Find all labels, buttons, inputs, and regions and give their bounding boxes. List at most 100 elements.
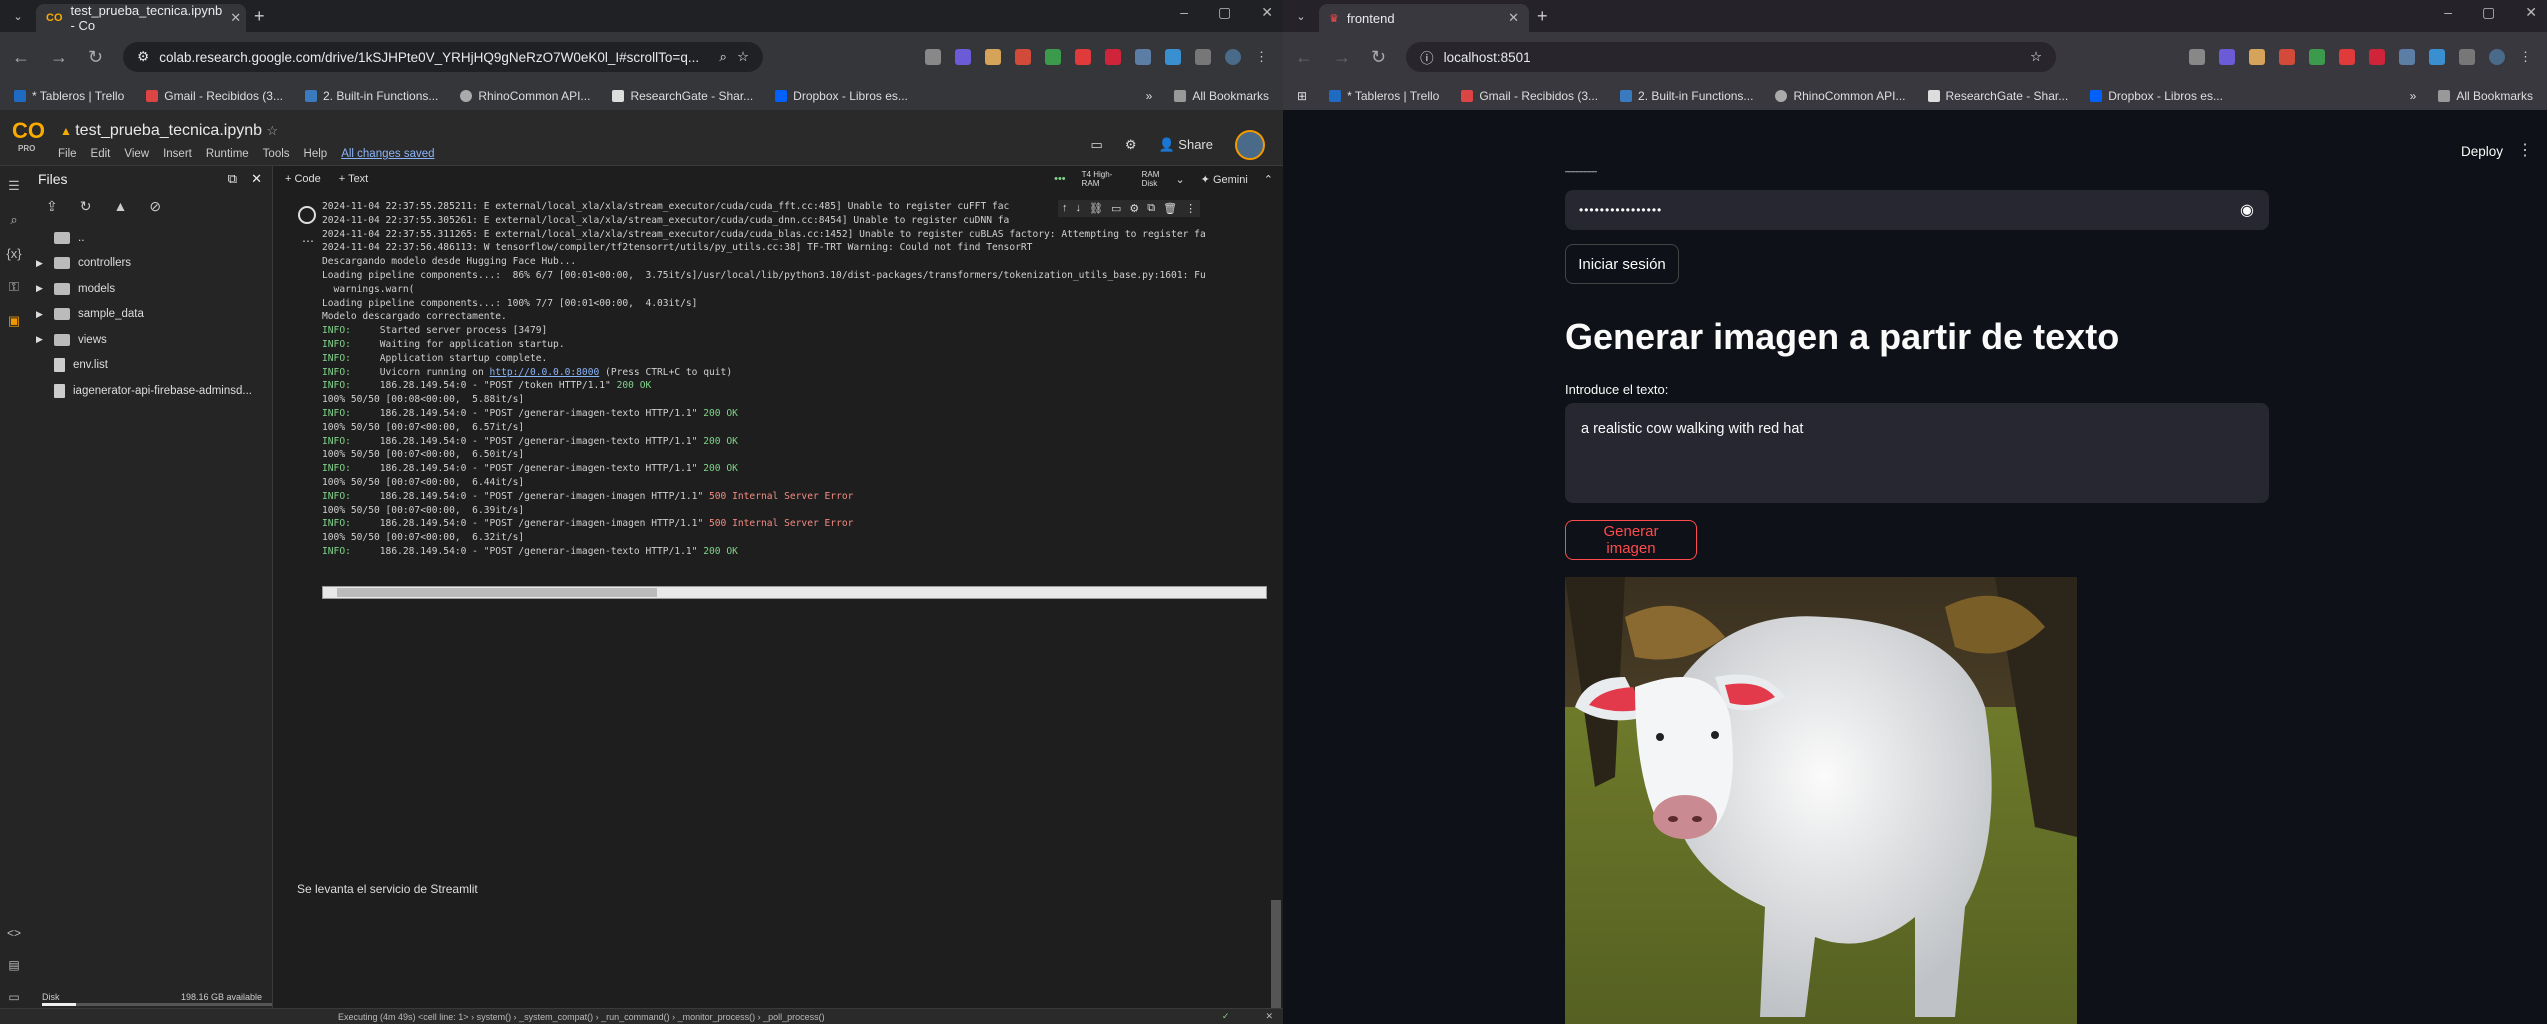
new-tab-icon[interactable]: + — [1537, 6, 1548, 27]
open-in-tab-icon[interactable]: ⧉ — [228, 171, 237, 187]
move-up-icon[interactable]: ↑ — [1062, 202, 1068, 215]
puzzle-icon[interactable] — [1195, 49, 1211, 65]
extension-icon[interactable] — [2339, 49, 2355, 65]
main-menu-icon[interactable]: ⋮ — [2517, 140, 2533, 160]
move-down-icon[interactable]: ↓ — [1076, 202, 1082, 215]
reload-icon[interactable]: ↻ — [1371, 47, 1386, 68]
menu-view[interactable]: View — [124, 148, 149, 160]
extension-icon[interactable] — [985, 49, 1001, 65]
comment-icon[interactable]: ▭ — [1091, 137, 1103, 153]
minimize-icon[interactable]: – — [1180, 4, 1188, 21]
expand-caret-icon[interactable]: ▶ — [36, 334, 46, 345]
extension-icon[interactable] — [925, 49, 941, 65]
mirror-cell-icon[interactable]: ⧉ — [1147, 202, 1155, 215]
all-bookmarks[interactable]: All Bookmarks — [2438, 89, 2533, 103]
generate-image-button[interactable]: Generar imagen — [1565, 520, 1697, 560]
minimize-icon[interactable]: – — [2444, 4, 2452, 21]
extension-icon[interactable] — [1105, 49, 1121, 65]
zoom-icon[interactable]: ⌕ — [719, 49, 727, 65]
apps-icon[interactable]: ⊞ — [1297, 89, 1307, 103]
bookmark-item[interactable]: ResearchGate - Shar... — [612, 89, 753, 103]
tab-colab[interactable]: CO test_prueba_tecnica.ipynb - Co ✕ — [36, 3, 246, 33]
bookmark-item[interactable]: RhinoCommon API... — [460, 89, 590, 103]
extension-icon[interactable] — [955, 49, 971, 65]
profile-icon[interactable] — [1225, 49, 1241, 65]
link-icon[interactable]: ⛓ — [1089, 202, 1103, 215]
save-status[interactable]: All changes saved — [341, 148, 434, 160]
menu-file[interactable]: File — [58, 148, 77, 160]
add-text-button[interactable]: + Text — [339, 173, 368, 185]
expand-caret-icon[interactable]: ▶ — [36, 258, 46, 269]
expand-caret-icon[interactable]: ▶ — [36, 283, 46, 294]
profile-icon[interactable] — [2489, 49, 2505, 65]
variables-icon[interactable]: {x} — [6, 246, 21, 261]
runtime-dropdown-icon[interactable]: ⌄ — [1175, 173, 1184, 186]
mount-drive-icon[interactable]: ▲ — [113, 198, 127, 215]
tab-search-icon[interactable]: ⌄ — [1291, 8, 1311, 26]
extension-icon[interactable] — [2309, 49, 2325, 65]
close-panel-icon[interactable]: ✕ — [251, 171, 262, 187]
menu-icon[interactable]: ⋮ — [2519, 49, 2535, 65]
extension-icon[interactable] — [2189, 49, 2205, 65]
bookmark-item[interactable]: * Tableros | Trello — [14, 89, 124, 103]
search-icon[interactable]: ⌕ — [10, 212, 17, 228]
more-bookmarks-icon[interactable]: » — [1146, 89, 1153, 103]
settings-gear-icon[interactable]: ⚙ — [1125, 137, 1137, 153]
command-palette-icon[interactable]: ▤ — [8, 958, 19, 972]
deploy-button[interactable]: Deploy — [2461, 144, 2503, 159]
close-tab-icon[interactable]: ✕ — [1508, 10, 1519, 26]
share-button[interactable]: 👤 Share — [1158, 137, 1213, 153]
folder-item[interactable]: ▶ controllers — [28, 251, 272, 277]
tab-frontend[interactable]: ♛ frontend ✕ — [1319, 4, 1529, 32]
password-input[interactable]: •••••••••••••••• ◉ — [1565, 190, 2269, 230]
back-icon[interactable]: ← — [1295, 47, 1313, 68]
expand-caret-icon[interactable]: ▶ — [36, 309, 46, 320]
file-item[interactable]: iagenerator-api-firebase-adminsd... — [28, 378, 272, 404]
close-window-icon[interactable]: ✕ — [1261, 4, 1273, 21]
server-link[interactable]: http://0.0.0.0:8000 — [490, 367, 600, 378]
extension-icon[interactable] — [1165, 49, 1181, 65]
bookmark-star-icon[interactable]: ☆ — [2030, 49, 2042, 65]
text-cell[interactable]: Se levanta el servicio de Streamlit — [297, 882, 478, 896]
extension-icon[interactable] — [2249, 49, 2265, 65]
runtime-type[interactable]: T4 High-RAM — [1082, 170, 1126, 188]
bookmark-item[interactable]: * Tableros | Trello — [1329, 89, 1439, 103]
terminal-icon[interactable]: ▭ — [8, 990, 19, 1004]
star-icon[interactable]: ☆ — [266, 123, 278, 138]
menu-icon[interactable]: ⋮ — [1255, 49, 1271, 65]
add-code-button[interactable]: + Code — [285, 173, 321, 185]
maximize-icon[interactable]: ▢ — [1218, 4, 1231, 21]
back-icon[interactable]: ← — [12, 47, 30, 68]
close-status-icon[interactable]: ✕ — [1265, 1011, 1273, 1022]
new-tab-icon[interactable]: + — [254, 6, 265, 27]
bookmark-item[interactable]: Gmail - Recibidos (3... — [146, 89, 283, 103]
files-folder-icon[interactable]: ▣ — [8, 313, 20, 329]
folder-item[interactable]: ▶ models — [28, 276, 272, 302]
bookmark-item[interactable]: Gmail - Recibidos (3... — [1461, 89, 1598, 103]
upload-file-icon[interactable]: ⇪ — [46, 198, 58, 215]
folder-item[interactable]: ▶ sample_data — [28, 302, 272, 328]
hide-files-icon[interactable]: ⊘ — [149, 198, 161, 215]
gemini-button[interactable]: ✦ Gemini — [1201, 173, 1248, 186]
resource-meter[interactable]: RAM Disk — [1142, 170, 1160, 188]
menu-tools[interactable]: Tools — [263, 148, 290, 160]
folder-item[interactable]: ▶ views — [28, 327, 272, 353]
stop-execution-button[interactable] — [298, 206, 316, 224]
extension-icon[interactable] — [1015, 49, 1031, 65]
colab-logo[interactable]: CO PRO — [12, 118, 46, 153]
code-snippets-icon[interactable]: <> — [7, 926, 21, 940]
more-bookmarks-icon[interactable]: » — [2410, 89, 2417, 103]
notebook-title[interactable]: ▲ test_prueba_tecnica.ipynb ☆ — [60, 122, 278, 140]
comment-cell-icon[interactable]: ▭ — [1111, 202, 1121, 215]
toc-icon[interactable]: ☰ — [8, 178, 20, 194]
reload-icon[interactable]: ↻ — [88, 47, 103, 68]
extension-icon[interactable] — [2429, 49, 2445, 65]
forward-icon[interactable]: → — [1333, 47, 1351, 68]
bookmark-item[interactable]: Dropbox - Libros es... — [775, 89, 908, 103]
extension-icon[interactable] — [2279, 49, 2295, 65]
delete-cell-icon[interactable]: 🗑 — [1163, 202, 1177, 215]
menu-edit[interactable]: Edit — [91, 148, 111, 160]
collapse-icon[interactable]: ⌃ — [1264, 173, 1273, 186]
horizontal-scrollbar[interactable] — [322, 586, 1267, 599]
url-field[interactable]: ⚙ colab.research.google.com/drive/1kSJHP… — [123, 42, 764, 72]
